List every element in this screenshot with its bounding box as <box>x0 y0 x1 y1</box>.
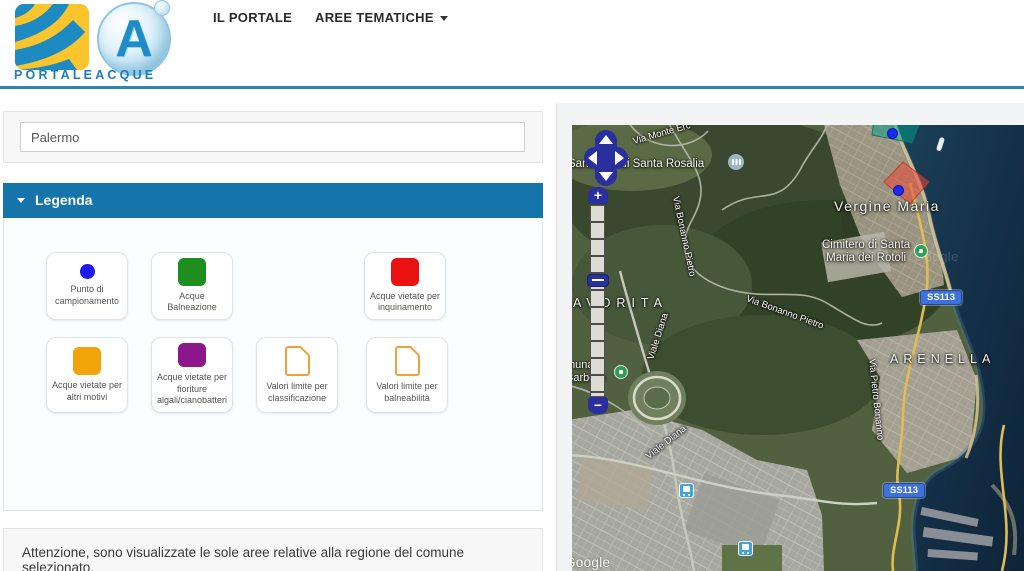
pan-up-icon[interactable] <box>599 135 613 144</box>
google-watermark-faint: Google <box>914 249 959 264</box>
logo[interactable]: A PORTALEACQUE <box>8 2 188 86</box>
legend-item-vietate-altri-motivi[interactable]: Acque vietate per altri motivi <box>46 337 128 413</box>
legend-panel: Punto di campionamento Acque Balneazione… <box>3 218 543 511</box>
nav-aree-tematiche[interactable]: AREE TEMATICHE <box>315 10 448 25</box>
sampling-point-icon <box>80 264 95 279</box>
legend-item-label: Acque Balneazione <box>155 291 229 314</box>
comune-search-input[interactable] <box>20 122 525 152</box>
caret-down-icon <box>17 198 25 203</box>
logo-wordmark: PORTALEACQUE <box>14 68 156 82</box>
legend-item-label: Punto di campionamento <box>50 284 124 307</box>
legend-item-punto-campionamento[interactable]: Punto di campionamento <box>46 252 128 320</box>
logo-letter: A <box>115 13 153 65</box>
map-canvas[interactable]: Via Monte Erc Santuario di Santa Rosalia… <box>572 125 1024 571</box>
map-label-favorita: FAVORITA <box>572 296 668 310</box>
transit-station-icon-2 <box>738 541 753 556</box>
satellite-imagery <box>572 125 1024 571</box>
purple-square-icon <box>178 343 206 367</box>
small-bubble-icon <box>154 0 170 16</box>
portale-acque-page: A PORTALEACQUE IL PORTALE AREE TEMATICHE… <box>0 0 1024 571</box>
legend-item-label: Valori limite per classificazione <box>260 381 334 404</box>
legend-item-label: Valori limite per balneabilità <box>370 381 444 404</box>
legend-item-valori-classificazione[interactable]: Valori limite per classificazione <box>256 337 338 413</box>
route-badge-ss113-2: SS113 <box>883 483 925 498</box>
legend-title: Legenda <box>35 192 93 208</box>
zoom-slider-track[interactable] <box>590 205 605 397</box>
pan-left-icon[interactable] <box>588 151 597 165</box>
legend-item-valori-balneabilita[interactable]: Valori limite per balneabilità <box>366 337 448 413</box>
document-icon <box>285 346 310 376</box>
notice-panel: Attenzione, sono visualizzate le sole ar… <box>3 528 543 571</box>
search-panel <box>3 111 543 163</box>
nav-aree-tematiche-label: AREE TEMATICHE <box>315 10 434 25</box>
zoom-slider-handle[interactable] <box>587 274 609 287</box>
legend-accordion-header[interactable]: Legenda <box>3 183 543 218</box>
poi-stadio-icon <box>614 365 628 379</box>
map-label-arenella: ARENELLA <box>890 352 995 366</box>
header: A PORTALEACQUE IL PORTALE AREE TEMATICHE <box>0 0 1024 89</box>
transit-station-icon-1 <box>679 483 694 498</box>
logo-waves-icon <box>14 4 90 70</box>
legend-item-fioriture-algali[interactable]: Acque vietate per fioriture algali/ciano… <box>151 337 233 413</box>
map-label-cimitero: Cimitero di SantaMaria dei Rotoli <box>822 239 910 265</box>
pan-right-icon[interactable] <box>615 151 624 165</box>
legend-item-label: Acque vietate per altri motivi <box>50 380 124 403</box>
map-pane: Via Monte Erc Santuario di Santa Rosalia… <box>557 103 1024 571</box>
poi-santuario-icon <box>728 154 744 170</box>
legend-item-label: Acque vietate per fioriture algali/ciano… <box>155 372 229 407</box>
map-label-vergine-maria: Vergine Maria <box>834 198 940 214</box>
map-pan-control[interactable] <box>584 130 628 186</box>
route-badge-ss113-1: SS113 <box>920 290 962 305</box>
google-watermark: Google <box>572 555 610 570</box>
zoom-in-button[interactable]: + <box>588 187 608 204</box>
pan-down-icon[interactable] <box>599 172 613 181</box>
green-square-icon <box>178 258 206 286</box>
orange-square-icon <box>73 347 101 375</box>
sampling-point-marker-2[interactable] <box>893 185 904 196</box>
legend-item-acque-balneazione[interactable]: Acque Balneazione <box>151 252 233 320</box>
nav-il-portale[interactable]: IL PORTALE <box>213 10 292 25</box>
legend-item-label: Acque vietate per inquinamento <box>368 291 442 314</box>
red-square-icon <box>391 258 419 286</box>
chevron-down-icon <box>440 16 448 21</box>
sampling-point-marker-1[interactable] <box>887 128 898 139</box>
notice-text: Attenzione, sono visualizzate le sole ar… <box>4 529 542 571</box>
document-icon <box>395 346 420 376</box>
legend-item-vietate-inquinamento[interactable]: Acque vietate per inquinamento <box>364 252 446 320</box>
zoom-out-button[interactable]: − <box>588 397 608 414</box>
